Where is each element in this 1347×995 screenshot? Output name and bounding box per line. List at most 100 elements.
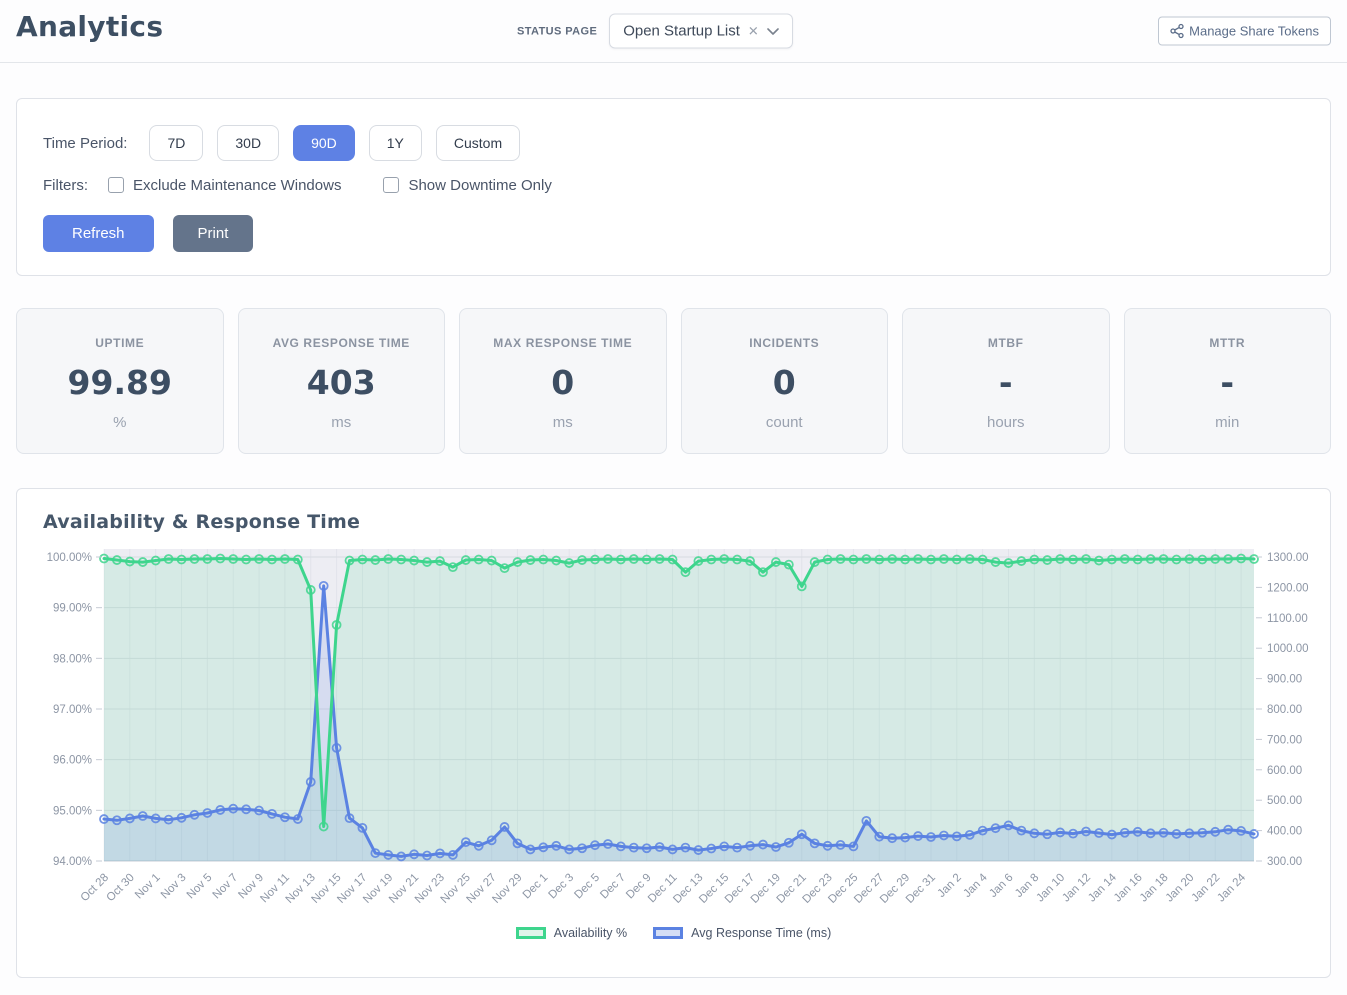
stat-unit: count [682,414,888,431]
manage-share-tokens-button[interactable]: Manage Share Tokens [1158,17,1331,46]
stat-card-mttr: MTTR - min [1124,308,1332,454]
stat-value: 0 [682,363,888,402]
svg-text:Nov 29: Nov 29 [490,872,524,906]
svg-text:Oct 28: Oct 28 [79,872,111,904]
filter-checkbox-group-0: Exclude Maintenance Windows [108,177,341,194]
time-period-label: Time Period: [43,135,127,152]
period-button-30d[interactable]: 30D [217,125,279,161]
filter-checkbox-group-1: Show Downtime Only [383,177,551,194]
refresh-button[interactable]: Refresh [43,215,154,252]
stat-label: MTTR [1125,336,1331,350]
legend-label: Avg Response Time (ms) [691,926,831,940]
svg-text:900.00: 900.00 [1267,674,1302,686]
svg-text:94.00%: 94.00% [53,856,92,868]
svg-text:400.00: 400.00 [1267,826,1302,838]
clear-selection-icon[interactable]: ✕ [747,25,760,38]
svg-text:Dec 31: Dec 31 [904,872,938,906]
stat-value: 99.89 [17,363,223,402]
chevron-down-icon [767,27,779,35]
svg-text:Nov 1: Nov 1 [133,872,163,902]
svg-text:600.00: 600.00 [1267,765,1302,777]
status-page-group: STATUS PAGE Open Startup List ✕ [517,14,793,49]
stat-unit: hours [903,414,1109,431]
svg-text:97.00%: 97.00% [53,704,92,716]
svg-text:Jan 20: Jan 20 [1164,872,1197,905]
svg-text:Dec 7: Dec 7 [598,872,628,902]
manage-share-tokens-label: Manage Share Tokens [1189,24,1319,39]
svg-text:Jan 4: Jan 4 [961,871,990,900]
svg-text:96.00%: 96.00% [53,755,92,767]
svg-text:1000.00: 1000.00 [1267,643,1309,655]
legend-label: Availability % [554,926,627,940]
svg-text:1300.00: 1300.00 [1267,552,1309,564]
svg-text:Jan 10: Jan 10 [1034,872,1067,905]
stat-unit: min [1125,414,1331,431]
status-page-label: STATUS PAGE [517,25,597,37]
stat-label: UPTIME [17,336,223,350]
chart-panel: Availability & Response Time 100.00% 99.0… [16,488,1331,978]
stat-unit: ms [460,414,666,431]
svg-text:1200.00: 1200.00 [1267,582,1309,594]
legend-item[interactable]: Availability % [516,926,627,940]
svg-text:Jan 16: Jan 16 [1112,872,1145,905]
print-button[interactable]: Print [173,215,254,252]
stat-value: - [1125,363,1331,402]
page-title: Analytics [16,10,163,43]
chart-legend: Availability % Avg Response Time (ms) [17,926,1330,940]
svg-text:Jan 24: Jan 24 [1215,871,1248,904]
svg-text:1100.00: 1100.00 [1267,613,1308,625]
svg-text:Jan 12: Jan 12 [1060,872,1093,905]
checkbox-label[interactable]: Show Downtime Only [408,177,551,194]
legend-item[interactable]: Avg Response Time (ms) [653,926,831,940]
svg-text:Dec 5: Dec 5 [572,872,602,902]
filter-panel: Time Period: 7D 30D 90D 1Y Custom Filters: E… [16,98,1331,276]
legend-swatch-icon [653,927,683,939]
svg-text:300.00: 300.00 [1267,856,1302,868]
checkbox-unchecked[interactable] [108,177,124,193]
app-header: Analytics STATUS PAGE Open Startup List … [0,0,1347,63]
chart-wrap: 100.00% 99.00% 98.00% 97.00% 96.00% 95.00% 94.… [17,539,1330,926]
stat-value: - [903,363,1109,402]
stat-label: MAX RESPONSE TIME [460,336,666,350]
stat-label: MTBF [903,336,1109,350]
stat-value: 403 [239,363,445,402]
period-button-90d[interactable]: 90D [293,125,355,161]
svg-text:Jan 18: Jan 18 [1138,872,1171,905]
svg-text:Nov 5: Nov 5 [185,872,215,902]
svg-text:99.00%: 99.00% [53,603,92,615]
status-page-selected-value: Open Startup List [623,23,740,40]
svg-text:Jan 6: Jan 6 [987,872,1015,900]
checkbox-label[interactable]: Exclude Maintenance Windows [133,177,341,194]
share-icon [1170,24,1184,39]
svg-text:Nov 3: Nov 3 [159,872,189,902]
stat-card-uptime: UPTIME 99.89% [16,308,224,454]
period-button-custom[interactable]: Custom [436,125,520,161]
stat-unit: % [17,414,223,431]
status-page-select[interactable]: Open Startup List ✕ [609,14,793,49]
svg-text:Jan 22: Jan 22 [1189,872,1222,905]
svg-text:95.00%: 95.00% [53,805,92,817]
stat-card-max-response-time: MAX RESPONSE TIME0ms [459,308,667,454]
svg-text:Jan 2: Jan 2 [936,872,964,900]
stat-card-incidents: INCIDENTS 0 count [681,308,889,454]
svg-text:Oct 30: Oct 30 [105,872,137,904]
stat-label: INCIDENTS [682,336,888,350]
stat-unit: ms [239,414,445,431]
time-period-buttons: 7D 30D 90D 1Y Custom [149,125,520,161]
period-button-7d[interactable]: 7D [149,125,203,161]
svg-text:500.00: 500.00 [1267,795,1302,807]
checkbox-unchecked[interactable] [383,177,399,193]
svg-text:100.00%: 100.00% [47,552,92,564]
period-button-1y[interactable]: 1Y [369,125,422,161]
stat-card-avg-response-time: AVG RESPONSE TIME403ms [238,308,446,454]
filters-label: Filters: [43,177,88,194]
filter-checkboxes: Exclude Maintenance Windows Show Downtime… [108,177,594,194]
svg-text:Dec 3: Dec 3 [547,872,577,902]
availability-response-chart: 100.00% 99.00% 98.00% 97.00% 96.00% 95.00% 94.… [18,539,1331,921]
stat-card-mtbf: MTBF - hours [902,308,1110,454]
legend-swatch-icon [516,927,546,939]
svg-text:Dec 1: Dec 1 [521,872,551,902]
svg-text:98.00%: 98.00% [53,653,92,665]
stats-row: UPTIME99.89%AVG RESPONSE TIME403msMAX RE… [16,308,1331,454]
chart-title: Availability & Response Time [43,511,1330,533]
